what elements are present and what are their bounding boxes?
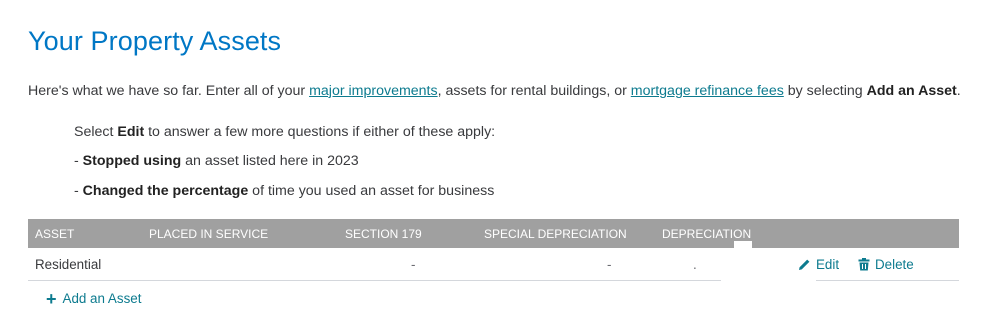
intro-text-3: by selecting xyxy=(783,83,867,99)
column-header-special-depreciation: SPECIAL DEPRECIATION xyxy=(484,227,627,241)
add-asset-label: Add an Asset xyxy=(62,291,142,306)
delete-button[interactable]: Delete xyxy=(858,257,914,272)
depreciation-cell: . xyxy=(693,257,697,272)
asset-cell: Residential xyxy=(35,257,102,272)
note-3-pre: - xyxy=(74,183,83,199)
delete-label: Delete xyxy=(875,257,914,272)
mortgage-refinance-fees-link[interactable]: mortgage refinance fees xyxy=(631,83,784,99)
special-depreciation-cell: - xyxy=(607,257,612,272)
table-row: Residential - - . Edit Delete xyxy=(28,248,959,282)
pencil-icon xyxy=(799,259,810,270)
note-1-bold: Edit xyxy=(117,124,145,140)
note-1-post: to answer a few more questions if either… xyxy=(144,124,496,140)
changed-percentage-note: - Changed the percentage of time you use… xyxy=(74,183,494,199)
note-1-pre: Select xyxy=(74,124,118,140)
column-header-depreciation: DEPRECIATION xyxy=(662,227,752,241)
column-header-asset: ASSET xyxy=(35,227,75,241)
note-3-bold: Changed the percentage xyxy=(82,183,249,199)
intro-text: Here's what we have so far. Enter all of… xyxy=(28,83,961,99)
intro-bold-add-asset: Add an Asset xyxy=(866,83,957,99)
add-asset-button[interactable]: + Add an Asset xyxy=(46,289,141,310)
column-header-section-179: SECTION 179 xyxy=(345,227,422,241)
note-2-post: an asset listed here in 2023 xyxy=(181,153,359,169)
note-2-pre: - xyxy=(74,153,83,169)
note-2-bold: Stopped using xyxy=(82,153,182,169)
edit-instruction: Select Edit to answer a few more questio… xyxy=(74,124,495,140)
assets-table-header: ASSET PLACED IN SERVICE SECTION 179 SPEC… xyxy=(28,219,959,248)
intro-text-2: , assets for rental buildings, or xyxy=(437,83,631,99)
page-title: Your Property Assets xyxy=(28,26,282,56)
intro-text-4: . xyxy=(956,83,961,99)
major-improvements-link[interactable]: major improvements xyxy=(309,83,438,99)
section-179-cell: - xyxy=(411,257,416,272)
column-header-placed-in-service: PLACED IN SERVICE xyxy=(149,227,269,241)
edit-label: Edit xyxy=(816,257,840,272)
edit-button[interactable]: Edit xyxy=(798,257,839,272)
header-redaction xyxy=(734,241,752,248)
trash-icon xyxy=(858,258,870,271)
note-3-post: of time you used an asset for business xyxy=(248,183,495,199)
stopped-using-note: - Stopped using an asset listed here in … xyxy=(74,153,359,169)
intro-text-1: Here's what we have so far. Enter all of… xyxy=(28,83,310,99)
plus-icon: + xyxy=(46,289,57,309)
